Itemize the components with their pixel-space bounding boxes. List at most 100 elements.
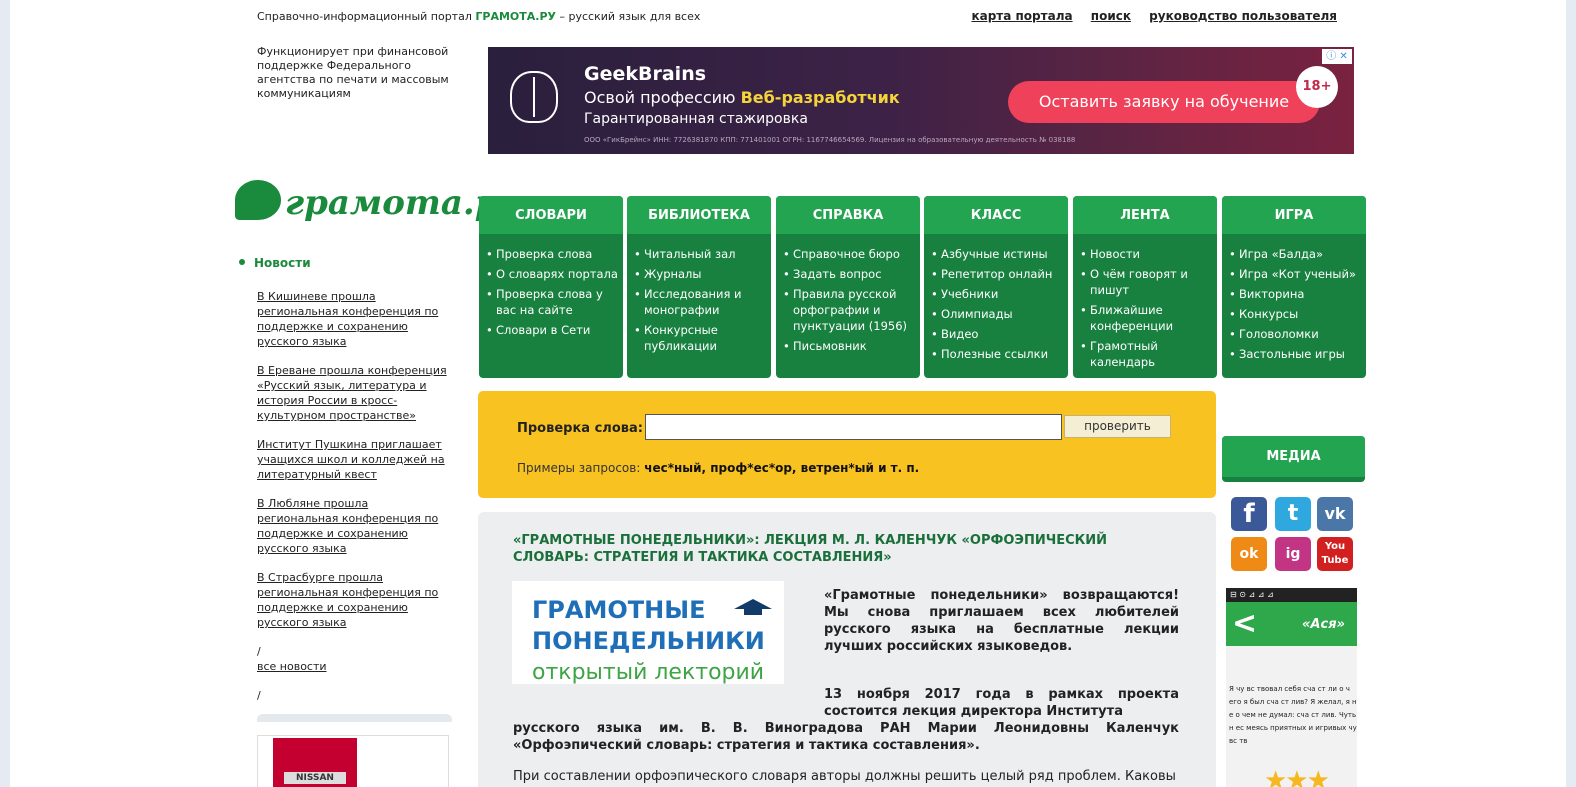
tagline-suffix: – русский язык для всех — [559, 10, 701, 23]
site-tagline: Справочно-информационный портал ГРАМОТА.… — [257, 10, 700, 23]
word-check-input[interactable] — [645, 414, 1062, 440]
query-examples: Примеры запросов: чес*ный, проф*ес*ор, в… — [517, 461, 919, 475]
odnoklassniki-icon[interactable]: ok — [1231, 537, 1267, 571]
menu-item[interactable]: Застольные игры — [1229, 346, 1362, 362]
sitemap-link[interactable]: карта портала — [971, 9, 1072, 23]
menu-games: ИГРА Игра «Балда» Игра «Кот ученый» Викт… — [1222, 196, 1366, 378]
nissan-logo: NISSAN — [273, 738, 357, 787]
facebook-icon[interactable]: f — [1231, 497, 1267, 531]
menu-dictionaries: СЛОВАРИ Проверка слова О словарях портал… — [479, 196, 623, 378]
nissan-label: NISSAN — [284, 772, 346, 784]
ad-brand: GeekBrains — [584, 63, 707, 85]
menu-title-reference[interactable]: СПРАВКА — [776, 196, 920, 234]
menu-item[interactable]: Головоломки — [1229, 326, 1362, 342]
tagline-brand[interactable]: ГРАМОТА.РУ — [475, 10, 556, 23]
article-paragraph: При составлении орфоэпического словаря а… — [513, 769, 1176, 784]
menu-item[interactable]: Конкурсные публикации — [634, 322, 767, 354]
menu-class: КЛАСС Азбучные истины Репетитор онлайн У… — [924, 196, 1068, 378]
rating-stars: ★★★ — [1264, 766, 1330, 787]
lecture-logo-line3: открытый лекторий — [532, 660, 765, 685]
ad-headline: Освой профессию Веб-разработчик — [584, 88, 900, 107]
vk-icon[interactable]: vk — [1317, 497, 1353, 531]
menu-reference: СПРАВКА Справочное бюро Задать вопрос Пр… — [776, 196, 920, 378]
featured-article: «ГРАМОТНЫЕ ПОНЕДЕЛЬНИКИ»: ЛЕКЦИЯ М. Л. К… — [478, 512, 1216, 787]
age-badge: 18+ — [1296, 66, 1338, 108]
funding-note: Функционирует при финансовой поддержке Ф… — [257, 45, 449, 100]
menu-item[interactable]: Азбучные истины — [931, 246, 1064, 262]
brain-icon — [510, 71, 558, 123]
site-logo[interactable]: грамота.ру — [235, 180, 519, 223]
menu-item[interactable]: Журналы — [634, 266, 767, 282]
sidebar-ad[interactable]: NISSAN — [257, 735, 449, 787]
app-text: Я чу вс твовал себя сча ст ли о ч его я … — [1229, 685, 1357, 745]
menu-item[interactable]: Исследования и монографии — [634, 286, 767, 318]
news-item[interactable]: В Любляне прошла региональная конференци… — [257, 496, 452, 556]
menu-item[interactable]: О чём говорят и пишут — [1080, 266, 1213, 298]
news-heading[interactable]: Новости — [239, 256, 311, 270]
ad-headline-highlight: Веб-разработчик — [740, 88, 900, 107]
banner-ad[interactable]: GeekBrains Освой профессию Веб-разработч… — [488, 47, 1354, 154]
menu-item[interactable]: Репетитор онлайн — [931, 266, 1064, 282]
news-list: В Кишиневе прошла региональная конференц… — [257, 289, 452, 703]
check-button[interactable]: проверить — [1064, 415, 1171, 438]
sidebar-block-top — [257, 714, 452, 722]
menu-item[interactable]: Правила русской орфографии и пунктуации … — [783, 286, 916, 334]
menu-item[interactable]: Викторина — [1229, 286, 1362, 302]
graduation-cap-icon — [734, 593, 772, 615]
article-title[interactable]: «ГРАМОТНЫЕ ПОНЕДЕЛЬНИКИ»: ЛЕКЦИЯ М. Л. К… — [513, 532, 1153, 566]
menu-item[interactable]: Игра «Балда» — [1229, 246, 1362, 262]
ad-legal: ООО «ГикБрейнс» ИНН: 7726381870 КПП: 771… — [584, 136, 1076, 144]
menu-item[interactable]: Олимпиады — [931, 306, 1064, 322]
menu-item[interactable]: Новости — [1080, 246, 1213, 262]
news-item[interactable]: Институт Пушкина приглашает учащихся шко… — [257, 437, 452, 482]
menu-feed: ЛЕНТА Новости О чём говорят и пишут Ближ… — [1073, 196, 1217, 378]
menu-title-library[interactable]: БИБЛИОТЕКА — [627, 196, 771, 234]
lecture-logo[interactable]: ГРАМОТНЫЕ ПОНЕДЕЛЬНИКИ открытый лекторий — [512, 581, 784, 685]
top-links: карта портала поиск руководство пользова… — [957, 9, 1337, 23]
menu-item[interactable]: Письмовник — [783, 338, 916, 354]
media-title[interactable]: МЕДИА — [1222, 436, 1365, 477]
menu-title-class[interactable]: КЛАСС — [924, 196, 1068, 234]
menu-item[interactable]: Справочное бюро — [783, 246, 916, 262]
app-toolbar: < «Ася» — [1226, 602, 1357, 646]
menu-item[interactable]: Задать вопрос — [783, 266, 916, 282]
menu-title-dictionaries[interactable]: СЛОВАРИ — [479, 196, 623, 234]
search-link[interactable]: поиск — [1091, 9, 1131, 23]
menu-item[interactable]: Ближайшие конференции — [1080, 302, 1213, 334]
news-item[interactable]: В Страсбурге прошла региональная конфере… — [257, 570, 452, 630]
ad-cta-button[interactable]: Оставить заявку на обучение — [1008, 81, 1320, 123]
menu-item[interactable]: Конкурсы — [1229, 306, 1362, 322]
menu-item[interactable]: О словарях портала — [486, 266, 619, 282]
all-news-link[interactable]: все новости — [257, 659, 452, 674]
app-promo[interactable]: ⊟ ⊙ ⊿ ⊿ ⊿ < «Ася» Я чу вс твовал себя сч… — [1226, 588, 1357, 787]
menu-title-games[interactable]: ИГРА — [1222, 196, 1366, 234]
ad-choices-icon[interactable]: ⓘ ✕ — [1322, 49, 1352, 64]
instagram-icon[interactable]: ig — [1275, 537, 1311, 571]
menu-library: БИБЛИОТЕКА Читальный зал Журналы Исследо… — [627, 196, 771, 378]
page-frame: Справочно-информационный портал ГРАМОТА.… — [0, 0, 1576, 787]
all-news-suffix: / — [257, 689, 261, 702]
youtube-icon[interactable]: You Tube — [1317, 537, 1353, 571]
menu-item[interactable]: Проверка слова — [486, 246, 619, 262]
menu-item[interactable]: Читальный зал — [634, 246, 767, 262]
ad-subline: Гарантированная стажировка — [584, 111, 808, 127]
lecture-logo-line1: ГРАМОТНЫЕ — [532, 596, 706, 624]
logo-mark-icon — [235, 180, 281, 220]
twitter-icon[interactable]: t — [1275, 497, 1311, 531]
news-item[interactable]: В Кишиневе прошла региональная конференц… — [257, 289, 452, 349]
menu-item[interactable]: Полезные ссылки — [931, 346, 1064, 362]
examples-prefix: Примеры запросов: — [517, 461, 641, 475]
menu-title-feed[interactable]: ЛЕНТА — [1073, 196, 1217, 234]
menu-item[interactable]: Грамотный календарь — [1080, 338, 1213, 370]
menu-item[interactable]: Учебники — [931, 286, 1064, 302]
menu-item[interactable]: Игра «Кот ученый» — [1229, 266, 1362, 282]
menu-item[interactable]: Проверка слова у вас на сайте — [486, 286, 619, 318]
examples-values: чес*ный, проф*ес*ор, ветрен*ый и т. п. — [644, 461, 920, 475]
user-guide-link[interactable]: руководство пользователя — [1149, 9, 1337, 23]
menu-item[interactable]: Словари в Сети — [486, 322, 619, 338]
lecture-logo-line2: ПОНЕДЕЛЬНИКИ — [532, 627, 765, 655]
app-title: «Ася» — [1301, 617, 1345, 632]
news-item[interactable]: В Ереване прошла конференция «Русский яз… — [257, 363, 452, 423]
back-arrow-icon: < — [1232, 606, 1258, 641]
menu-item[interactable]: Видео — [931, 326, 1064, 342]
